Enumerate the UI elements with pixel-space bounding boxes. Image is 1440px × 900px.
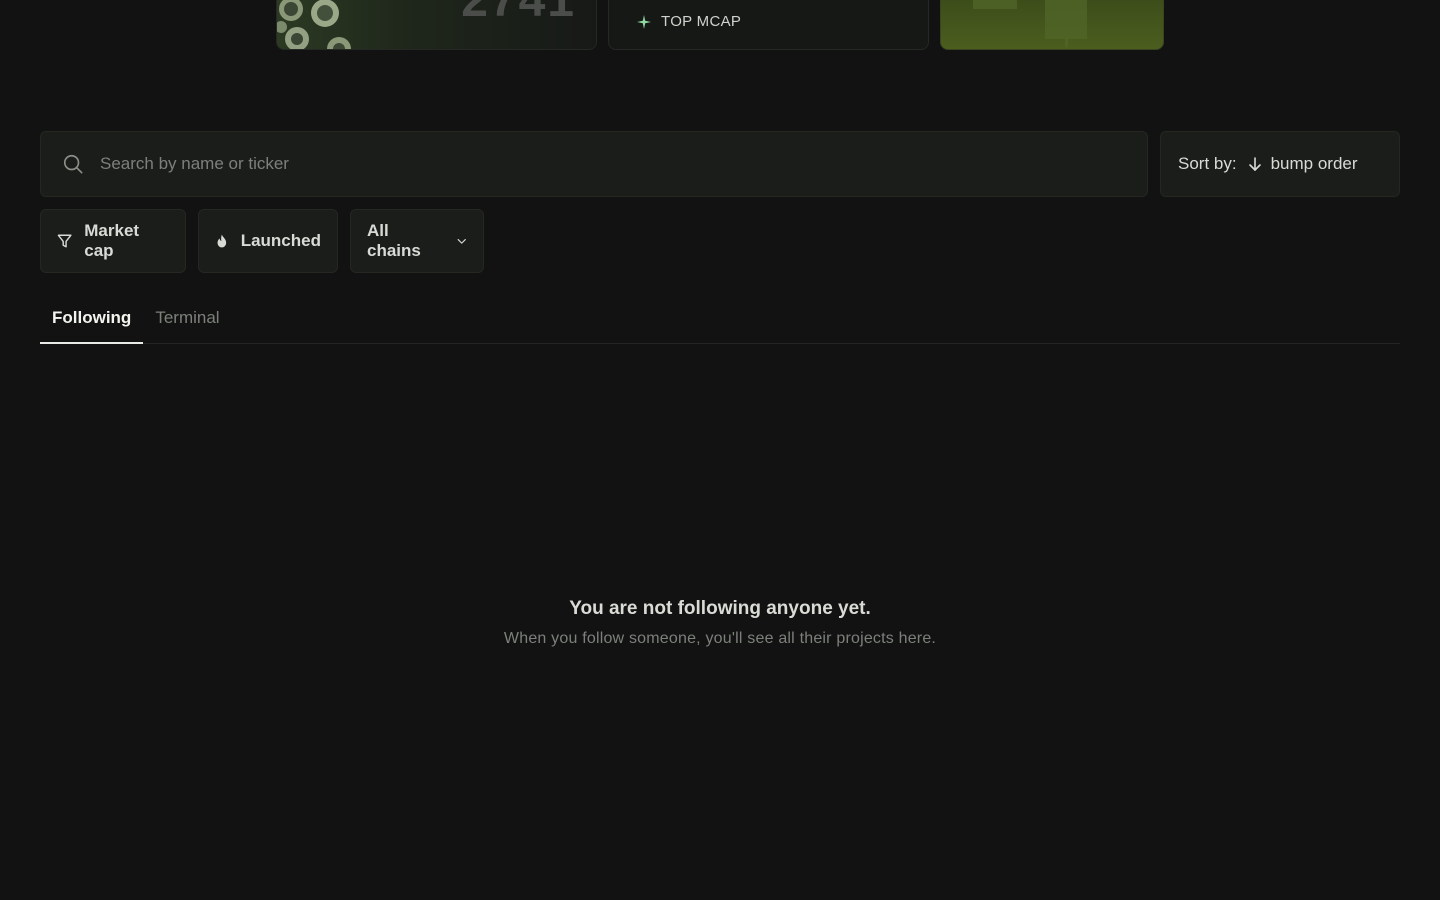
tab-bar: Following Terminal (40, 297, 1400, 344)
chevron-down-icon (457, 238, 466, 244)
banner-block (1065, 39, 1068, 47)
sort-value: bump order (1270, 154, 1358, 173)
sparkle-icon (637, 14, 651, 29)
launched-filter-button[interactable]: Launched (198, 209, 338, 273)
arrow-down-icon (1248, 157, 1261, 171)
market-cap-filter-button[interactable]: Market cap (40, 209, 186, 273)
search-icon (63, 154, 83, 174)
tab-following[interactable]: Following (40, 297, 144, 344)
market-cap-label: Market cap (84, 221, 140, 260)
empty-state-subtitle: When you follow someone, you'll see all … (503, 630, 937, 647)
coin-collage-image (277, 0, 351, 49)
featured-card-banner[interactable] (940, 0, 1164, 50)
empty-state-title: You are not following anyone yet. (569, 598, 871, 619)
top-mcap-label: TOP MCAP (661, 13, 742, 30)
featured-card-top-mcap[interactable]: TOP MCAP (608, 0, 929, 50)
sort-prefix: Sort by: (1178, 154, 1237, 173)
card-count-number: 2741 (461, 0, 576, 27)
empty-state: You are not following anyone yet. When y… (0, 598, 1440, 648)
tab-terminal[interactable]: Terminal (143, 297, 231, 344)
sort-dropdown[interactable]: Sort by: bump order (1160, 131, 1400, 197)
banner-block (973, 0, 1017, 9)
banner-block (1045, 0, 1087, 39)
launched-label: Launched (240, 231, 321, 250)
search-bar[interactable] (40, 131, 1148, 197)
flame-icon (217, 234, 227, 248)
filter-bar: Market cap Launched All chains (40, 209, 484, 273)
top-mcap-label-group: TOP MCAP (637, 13, 741, 30)
featured-card-count[interactable]: 2741 (276, 0, 597, 50)
filter-icon (57, 234, 72, 248)
featured-cards: 2741 TOP MCAP (276, 0, 1166, 51)
chains-dropdown-button[interactable]: All chains (350, 209, 484, 273)
search-input[interactable] (98, 153, 998, 175)
chains-label: All chains (367, 221, 421, 260)
